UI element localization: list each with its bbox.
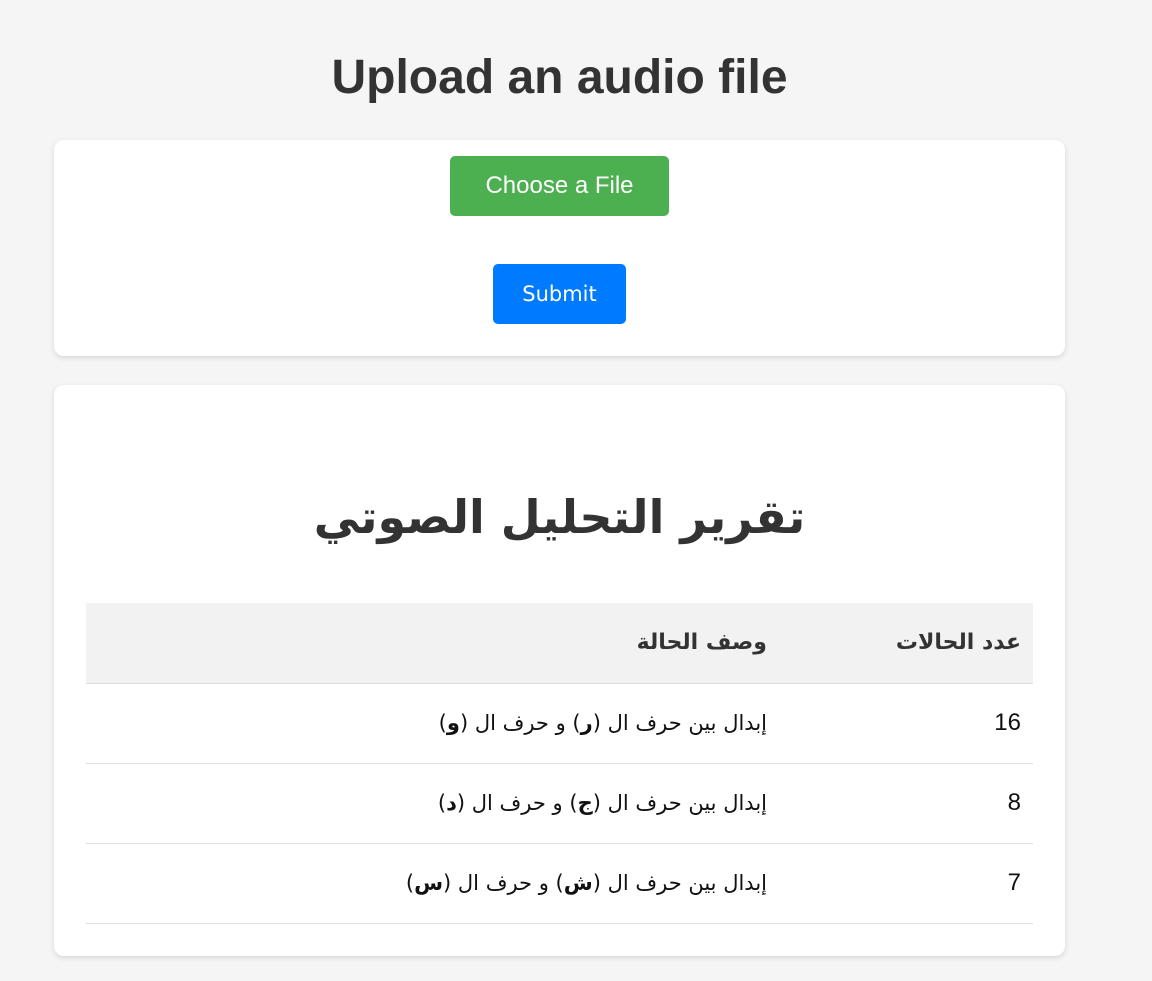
report-table: عدد الحالات وصف الحالة 16 إبدال بين حرف … bbox=[86, 603, 1033, 924]
table-row: 8 إبدال بين حرف ال (ج) و حرف ال (د) bbox=[86, 763, 1033, 844]
table-row: 7 إبدال بين حرف ال (ش) و حرف ال (س) bbox=[86, 843, 1033, 924]
description-prefix: إبدال بين حرف ال bbox=[607, 791, 767, 815]
description-prefix: إبدال بين حرف ال bbox=[607, 871, 767, 895]
report-title: تقرير التحليل الصوتي bbox=[313, 490, 806, 544]
first-letter: ج bbox=[577, 791, 593, 815]
table-row: 16 إبدال بين حرف ال (ر) و حرف ال (و) bbox=[86, 683, 1033, 764]
case-count: 16 bbox=[767, 683, 1033, 764]
column-header-count: عدد الحالات bbox=[767, 603, 1033, 684]
page-title: Upload an audio file bbox=[331, 51, 788, 104]
description-middle: و حرف ال bbox=[471, 791, 563, 815]
case-description: إبدال بين حرف ال (ش) و حرف ال (س) bbox=[86, 843, 767, 924]
second-letter: د bbox=[446, 791, 457, 815]
first-letter: ر bbox=[580, 711, 593, 735]
case-count: 8 bbox=[767, 763, 1033, 844]
case-count: 7 bbox=[767, 843, 1033, 924]
case-description: إبدال بين حرف ال (ج) و حرف ال (د) bbox=[86, 763, 767, 844]
table-header-row: عدد الحالات وصف الحالة bbox=[86, 603, 1033, 684]
first-letter: ش bbox=[563, 871, 593, 895]
description-prefix: إبدال بين حرف ال bbox=[607, 711, 767, 735]
description-middle: و حرف ال bbox=[474, 711, 566, 735]
column-header-description: وصف الحالة bbox=[86, 603, 767, 684]
upload-card: Choose a File Submit bbox=[54, 140, 1065, 356]
second-letter: س bbox=[414, 871, 444, 895]
report-card: تقرير التحليل الصوتي عدد الحالات وصف الح… bbox=[54, 385, 1065, 956]
choose-file-button[interactable]: Choose a File bbox=[450, 156, 669, 216]
case-description: إبدال بين حرف ال (ر) و حرف ال (و) bbox=[86, 683, 767, 764]
description-middle: و حرف ال bbox=[457, 871, 549, 895]
second-letter: و bbox=[446, 711, 460, 735]
submit-button[interactable]: Submit bbox=[493, 264, 626, 324]
